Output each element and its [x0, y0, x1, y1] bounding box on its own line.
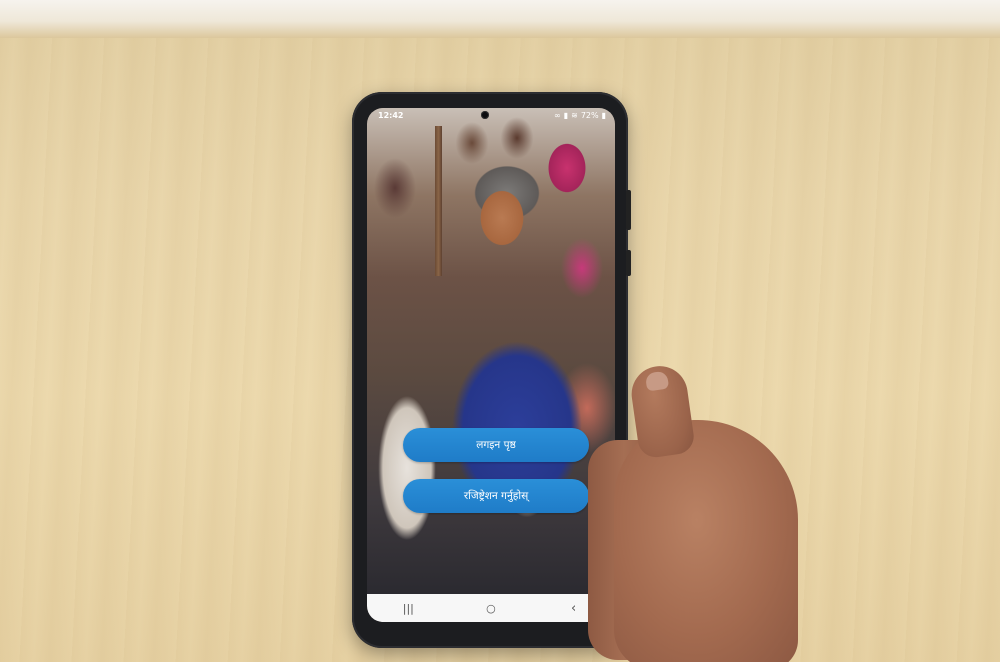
- wifi-icon: ≋: [571, 111, 578, 120]
- phone-screen: 12:42 ∞ ▮ ≋ 72% ▮ लगइन पृष्ठ रजिष्ट्रेशन…: [367, 108, 615, 622]
- phone-volume-button: [626, 190, 631, 230]
- phone-power-button: [626, 250, 631, 276]
- signal-icon: ▮: [563, 111, 569, 120]
- navigation-bar: ||| ○ ‹: [367, 594, 615, 622]
- wall: [0, 0, 1000, 38]
- login-page-button[interactable]: लगइन पृष्ठ: [403, 428, 589, 462]
- home-icon[interactable]: ○: [476, 602, 506, 615]
- recents-icon[interactable]: |||: [393, 602, 423, 615]
- register-button[interactable]: रजिष्ट्रेशन गर्नुहोस्: [403, 479, 589, 513]
- background-photo: [367, 108, 615, 594]
- status-icons: ∞ ▮ ≋ 72% ▮: [554, 111, 606, 120]
- front-camera: [481, 111, 489, 119]
- hand-palm: [614, 420, 798, 662]
- link-icon: ∞: [554, 111, 561, 120]
- battery-percent: 72%: [580, 111, 599, 120]
- back-icon[interactable]: ‹: [559, 601, 589, 616]
- wooden-pole: [435, 126, 442, 276]
- status-bar: 12:42 ∞ ▮ ≋ 72% ▮: [367, 108, 615, 124]
- battery-icon: ▮: [601, 111, 606, 120]
- status-time: 12:42: [378, 111, 404, 120]
- photo-scene: 12:42 ∞ ▮ ≋ 72% ▮ लगइन पृष्ठ रजिष्ट्रेशन…: [0, 0, 1000, 662]
